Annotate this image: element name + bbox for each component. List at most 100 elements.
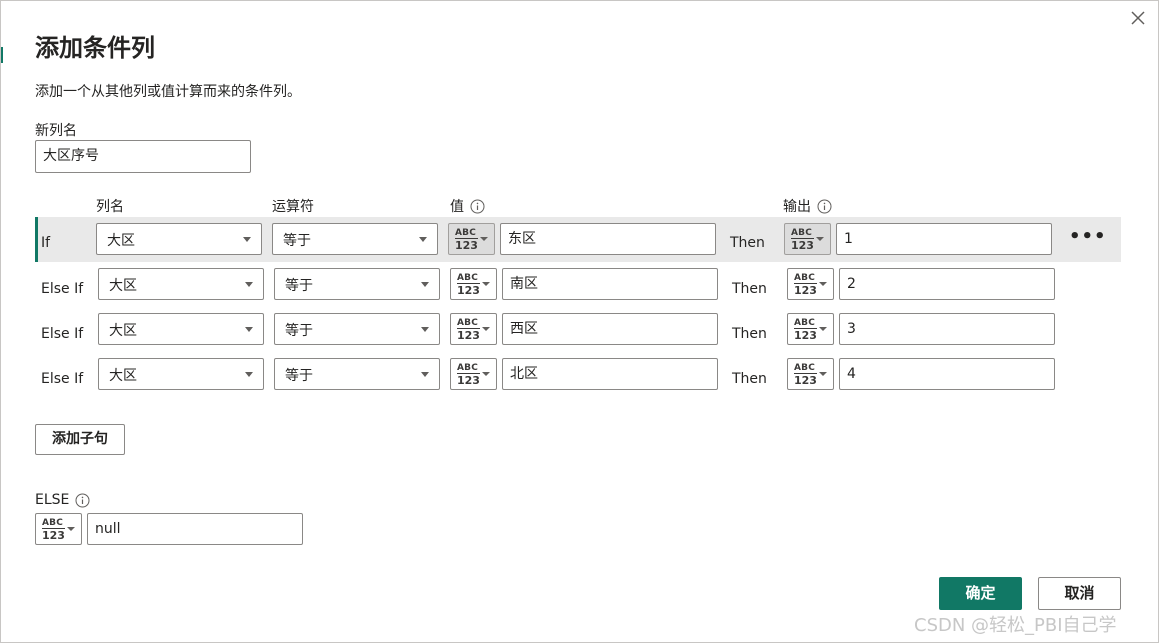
chevron-down-icon: [419, 237, 427, 242]
dialog-description: 添加一个从其他列或值计算而来的条件列。: [35, 84, 301, 100]
row-more-options-button[interactable]: •••: [1069, 228, 1106, 251]
new-column-name-input[interactable]: 大区序号: [35, 140, 251, 173]
row-elseif-1-value-type-button[interactable]: ABC 123: [450, 268, 497, 300]
type-icon-number: 123: [457, 373, 480, 387]
row-elseif-2-operator-value: 等于: [285, 323, 313, 339]
value-info-icon[interactable]: [470, 199, 485, 214]
abc-123-type-icon: ABC: [457, 273, 479, 283]
chevron-down-icon: [245, 282, 253, 287]
row-elseif-3-then-label: Then: [732, 371, 767, 387]
row-elseif-1-output-type-button[interactable]: ABC 123: [787, 268, 834, 300]
row-if-output-input[interactable]: 1: [836, 223, 1052, 255]
else-label: ELSE: [35, 492, 90, 508]
abc-123-type-icon: ABC: [42, 518, 64, 528]
type-icon-number: 123: [794, 328, 817, 342]
else-value-input[interactable]: null: [87, 513, 303, 545]
chevron-down-icon: [243, 237, 251, 242]
ok-button[interactable]: 确定: [939, 577, 1022, 610]
row-if-value-input[interactable]: 东区: [500, 223, 716, 255]
chevron-down-icon: [421, 282, 429, 287]
chevron-down-icon: [421, 372, 429, 377]
chevron-down-icon: [480, 237, 488, 241]
type-icon-number: 123: [457, 328, 480, 342]
row-elseif-3-value-type-button[interactable]: ABC 123: [450, 358, 497, 390]
abc-123-type-icon: ABC: [794, 273, 816, 283]
row-elseif-2-column-dropdown[interactable]: 大区: [98, 313, 264, 345]
abc-123-type-icon: ABC: [457, 318, 479, 328]
type-icon-number: 123: [794, 373, 817, 387]
row-elseif-1-column-dropdown[interactable]: 大区: [98, 268, 264, 300]
watermark: CSDN @轻松_PBI自己学: [914, 615, 1117, 636]
type-icon-number: 123: [794, 283, 817, 297]
new-column-name-label: 新列名: [35, 123, 77, 139]
close-icon: [1131, 11, 1145, 25]
row-elseif-1-then-label: Then: [732, 281, 767, 297]
row-elseif-1-operator-value: 等于: [285, 278, 313, 294]
chevron-down-icon: [819, 282, 827, 286]
row-if-operator-dropdown[interactable]: 等于: [272, 223, 438, 255]
chevron-down-icon: [819, 372, 827, 376]
header-value-text: 值: [450, 199, 464, 215]
chevron-down-icon: [67, 527, 75, 531]
row-elseif-1-operator-dropdown[interactable]: 等于: [274, 268, 440, 300]
row-elseif-1-column-value: 大区: [109, 278, 137, 294]
chevron-down-icon: [482, 372, 490, 376]
ellipsis-icon: •••: [1069, 226, 1107, 247]
row-if-operator-value: 等于: [283, 233, 311, 249]
row-if-output-type-button[interactable]: ABC 123: [784, 223, 831, 255]
row-elseif-2-value-type-button[interactable]: ABC 123: [450, 313, 497, 345]
row-elseif-2-value-input[interactable]: 西区: [502, 313, 718, 345]
chevron-down-icon: [245, 327, 253, 332]
header-output: 输出: [783, 196, 832, 216]
type-icon-number: 123: [457, 283, 480, 297]
header-column-name: 列名: [96, 196, 124, 216]
row-elseif-2-then-label: Then: [732, 326, 767, 342]
row-elseif-3-operator-value: 等于: [285, 368, 313, 384]
row-elseif-2-output-type-button[interactable]: ABC 123: [787, 313, 834, 345]
window-edge-accent: [1, 47, 3, 63]
header-column-name-text: 列名: [96, 199, 124, 215]
row-if-column-dropdown[interactable]: 大区: [96, 223, 262, 255]
cancel-button[interactable]: 取消: [1038, 577, 1121, 610]
row-elseif-1-output-input[interactable]: 2: [839, 268, 1055, 300]
type-icon-number: 123: [42, 528, 65, 542]
abc-123-type-icon: ABC: [794, 318, 816, 328]
row-elseif-2-column-value: 大区: [109, 323, 137, 339]
row-elseif-3-label: Else If: [41, 371, 84, 387]
row-if-value-type-button[interactable]: ABC 123: [448, 223, 495, 255]
chevron-down-icon: [482, 282, 490, 286]
row-elseif-3-output-type-button[interactable]: ABC 123: [787, 358, 834, 390]
add-conditional-column-dialog: 添加条件列 添加一个从其他列或值计算而来的条件列。 新列名 大区序号 列名 运算…: [0, 0, 1159, 643]
else-type-button[interactable]: ABC 123: [35, 513, 82, 545]
chevron-down-icon: [482, 327, 490, 331]
row-if-then-label: Then: [730, 235, 765, 251]
chevron-down-icon: [816, 237, 824, 241]
row-elseif-2-label: Else If: [41, 326, 84, 342]
chevron-down-icon: [245, 372, 253, 377]
row-elseif-1-label: Else If: [41, 281, 84, 297]
type-icon-number: 123: [791, 238, 814, 252]
chevron-down-icon: [421, 327, 429, 332]
dialog-title: 添加条件列: [35, 34, 155, 62]
row-elseif-3-column-dropdown[interactable]: 大区: [98, 358, 264, 390]
row-elseif-2-output-input[interactable]: 3: [839, 313, 1055, 345]
else-info-icon[interactable]: [75, 493, 90, 508]
header-output-text: 输出: [783, 199, 811, 215]
row-if-label: If: [41, 235, 51, 251]
output-info-icon[interactable]: [817, 199, 832, 214]
chevron-down-icon: [819, 327, 827, 331]
header-operator-text: 运算符: [272, 199, 314, 215]
row-if-column-value: 大区: [107, 233, 135, 249]
row-elseif-1-value-input[interactable]: 南区: [502, 268, 718, 300]
row-elseif-3-operator-dropdown[interactable]: 等于: [274, 358, 440, 390]
abc-123-type-icon: ABC: [455, 228, 477, 238]
row-elseif-3-value-input[interactable]: 北区: [502, 358, 718, 390]
add-clause-button[interactable]: 添加子句: [35, 424, 125, 455]
row-elseif-2-operator-dropdown[interactable]: 等于: [274, 313, 440, 345]
type-icon-number: 123: [455, 238, 478, 252]
abc-123-type-icon: ABC: [457, 363, 479, 373]
row-elseif-3-output-input[interactable]: 4: [839, 358, 1055, 390]
header-operator: 运算符: [272, 196, 314, 216]
close-button[interactable]: [1127, 7, 1149, 29]
else-label-text: ELSE: [35, 492, 70, 508]
